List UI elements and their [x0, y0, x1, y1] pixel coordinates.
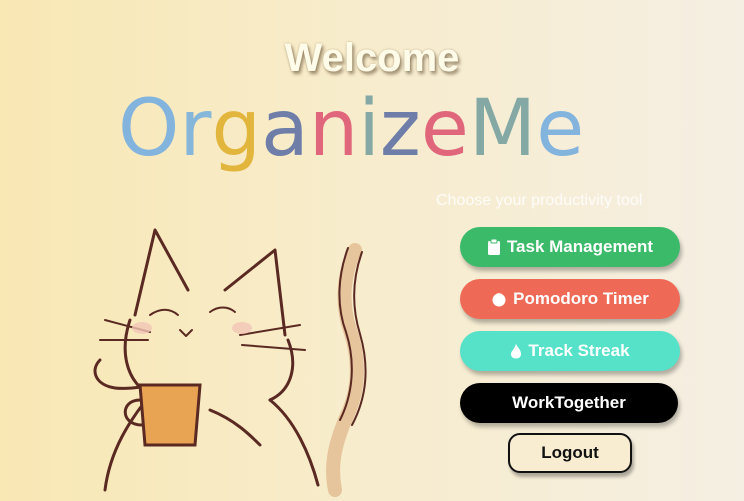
logout-button[interactable]: Logout [508, 433, 632, 473]
logo-letter: i [358, 84, 380, 174]
worktogether-label: WorkTogether [512, 393, 626, 412]
pomodoro-timer-label: Pomodoro Timer [513, 289, 649, 308]
pomodoro-timer-button[interactable]: Pomodoro Timer [460, 279, 680, 319]
logo-letter: n [308, 84, 359, 174]
logo-letter: z [379, 84, 421, 174]
logo-letter: M [468, 84, 537, 174]
subtitle: Choose your productivity tool [436, 192, 643, 209]
logo-letter: r [179, 84, 212, 174]
task-management-label: Task Management [506, 237, 654, 256]
logout-label: Logout [541, 443, 599, 462]
logo-letter: e [420, 84, 469, 174]
flame-icon [510, 343, 522, 359]
clipboard-icon [487, 238, 501, 256]
logo-letter: a [261, 84, 309, 174]
logo-letter: O [118, 84, 180, 174]
track-streak-button[interactable]: Track Streak [460, 331, 680, 371]
worktogether-button[interactable]: WorkTogether [460, 383, 678, 423]
cat-with-coffee-illustration [93, 228, 367, 497]
track-streak-label: Track Streak [528, 341, 630, 360]
organizeme-logo: OrganizeMe [118, 90, 584, 168]
welcome-heading: Welcome [284, 36, 460, 80]
task-management-button[interactable]: Task Management [460, 227, 680, 267]
tomato-icon [491, 291, 507, 307]
logo-letter: e [536, 84, 585, 174]
logo-letter: g [211, 84, 261, 174]
